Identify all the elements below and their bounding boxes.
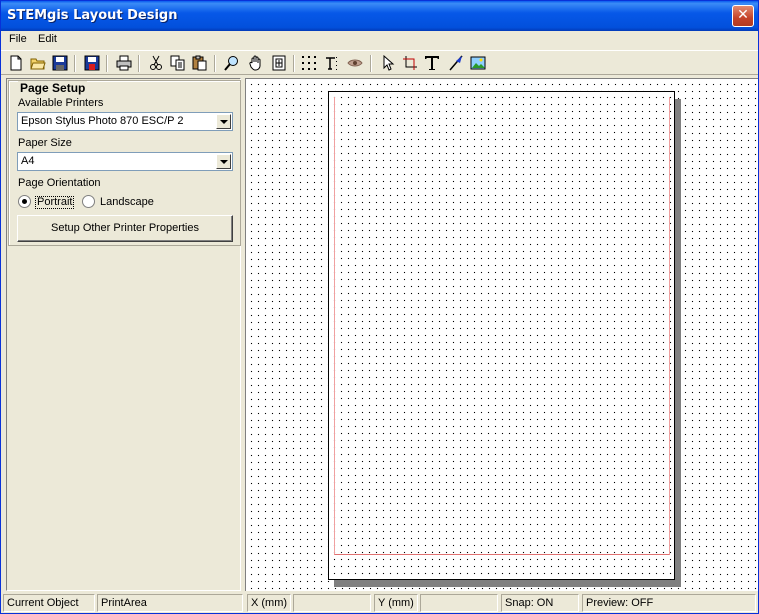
zoom-icon[interactable] xyxy=(223,54,241,72)
menu-file[interactable]: File xyxy=(9,33,27,45)
printer-select-value: Epson Stylus Photo 870 ESC/P 2 xyxy=(21,115,184,127)
preview-status: Preview: OFF xyxy=(582,594,756,612)
landscape-label[interactable]: Landscape xyxy=(100,196,154,208)
cut-icon[interactable] xyxy=(147,54,165,72)
chevron-down-icon[interactable] xyxy=(216,154,231,169)
x-mm-value xyxy=(293,594,371,612)
text-tool-icon[interactable] xyxy=(423,54,441,72)
printer-select[interactable]: Epson Stylus Photo 870 ESC/P 2 xyxy=(17,112,233,131)
setup-printer-properties-button[interactable]: Setup Other Printer Properties xyxy=(17,215,233,242)
current-object-label: Current Object xyxy=(3,594,95,612)
menu-bar: File Edit xyxy=(1,31,758,49)
page-setup-group: Page Setup Available Printers Epson Styl… xyxy=(8,80,241,246)
left-panel: Page Setup Available Printers Epson Styl… xyxy=(6,78,241,591)
menu-edit[interactable]: Edit xyxy=(38,33,57,45)
app-window: STEMgis Layout Design ✕ File Edit Page S… xyxy=(0,0,759,614)
x-mm-label: X (mm) xyxy=(247,594,291,612)
paste-icon[interactable] xyxy=(191,54,209,72)
crop-select-icon[interactable] xyxy=(401,54,419,72)
toolbar-separator xyxy=(106,55,108,72)
landscape-radio[interactable] xyxy=(82,195,95,208)
line-tool-icon[interactable] xyxy=(447,54,465,72)
y-mm-label: Y (mm) xyxy=(374,594,418,612)
copy-icon[interactable] xyxy=(169,54,187,72)
page-orientation-label: Page Orientation xyxy=(18,177,101,189)
chevron-down-icon[interactable] xyxy=(216,114,231,129)
available-printers-label: Available Printers xyxy=(18,97,104,109)
snap-status: Snap: ON xyxy=(501,594,579,612)
save-disk-icon[interactable] xyxy=(51,54,69,72)
pan-hand-icon[interactable] xyxy=(247,54,265,72)
status-bar: Current Object PrintArea X (mm) Y (mm) S… xyxy=(1,593,758,613)
current-object-value: PrintArea xyxy=(97,594,243,612)
new-document-icon[interactable] xyxy=(7,54,25,72)
toolbar-separator xyxy=(293,55,295,72)
print-area[interactable] xyxy=(334,97,670,555)
portrait-radio[interactable] xyxy=(18,195,31,208)
toolbar-separator xyxy=(74,55,76,72)
fit-page-icon[interactable] xyxy=(270,54,288,72)
image-tool-icon[interactable] xyxy=(469,54,487,72)
layout-canvas[interactable] xyxy=(245,78,758,591)
close-button[interactable]: ✕ xyxy=(732,5,754,27)
pointer-icon[interactable] xyxy=(379,54,397,72)
toolbar-separator xyxy=(138,55,140,72)
toolbar-separator xyxy=(370,55,372,72)
page-setup-title: Page Setup xyxy=(18,81,88,95)
snap-text-icon[interactable] xyxy=(323,54,341,72)
grid-dots-icon[interactable] xyxy=(300,54,318,72)
toolbar-separator xyxy=(214,55,216,72)
paper-size-select[interactable]: A4 xyxy=(17,152,233,171)
toolbar xyxy=(1,50,758,75)
paper-size-value: A4 xyxy=(21,155,35,167)
title-bar[interactable]: STEMgis Layout Design ✕ xyxy=(1,1,758,31)
open-folder-icon[interactable] xyxy=(29,54,47,72)
layout-page[interactable] xyxy=(328,91,675,580)
portrait-label[interactable]: Portrait xyxy=(35,196,75,209)
eye-icon[interactable] xyxy=(346,54,364,72)
save-as-icon[interactable] xyxy=(83,54,101,72)
paper-size-label: Paper Size xyxy=(18,137,72,149)
window-title: STEMgis Layout Design xyxy=(7,8,178,23)
print-icon[interactable] xyxy=(115,54,133,72)
y-mm-value xyxy=(420,594,498,612)
